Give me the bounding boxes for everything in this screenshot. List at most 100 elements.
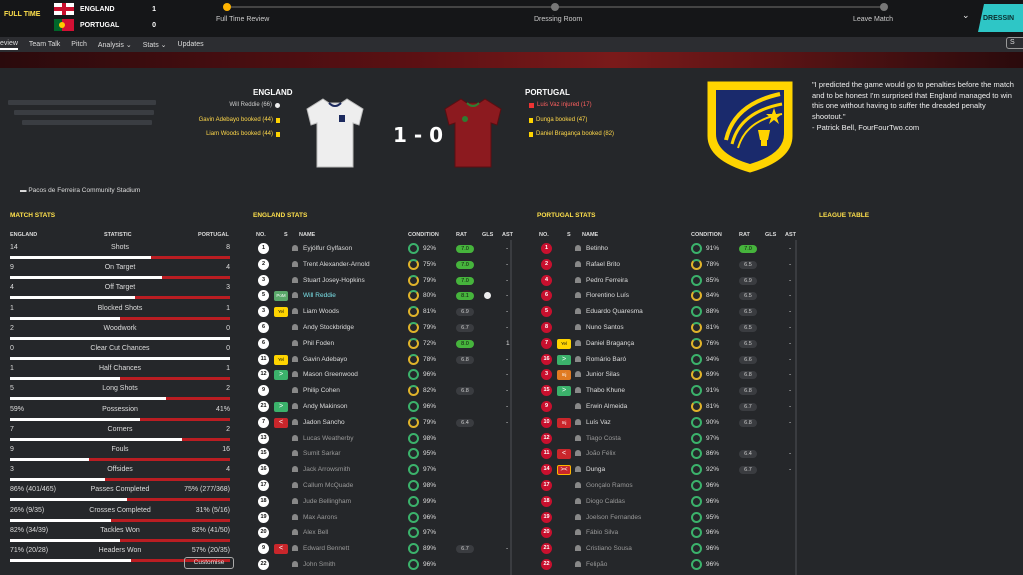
player-row[interactable]: 9 Erwin Almeida 81% 6.7 - [541,400,791,414]
player-row[interactable]: 9 < Edward Bennett 89% 6.7 - [258,542,508,556]
player-row[interactable]: 7 < Jadon Sancho 79% 6.4 - [258,416,508,430]
player-row[interactable]: 6 Phil Foden 72% 8.0 1 [258,337,510,351]
player-name[interactable]: Edward Bennett [303,545,349,552]
player-name[interactable]: João Félix [586,450,616,457]
player-name[interactable]: Florentino Luís [586,292,629,299]
player-row[interactable]: 7 Yel Daniel Bragança 76% 6.5 - [541,337,791,351]
player-row[interactable]: 22 John Smith 96% [258,558,508,572]
player-name[interactable]: Stuart Josey-Hopkins [303,277,365,284]
player-name[interactable]: Betinho [586,245,608,252]
player-row[interactable]: 17 Gonçalo Ramos 96% [541,479,791,493]
player-name[interactable]: Cristiano Sousa [586,545,632,552]
player-name[interactable]: Erwin Almeida [586,403,627,410]
player-name[interactable]: Joelson Fernandes [586,514,641,521]
player-row[interactable]: 13 Lucas Weatherby 98% [258,432,508,446]
player-name[interactable]: Gonçalo Ramos [586,482,633,489]
col-header[interactable]: AST [502,232,513,238]
col-header[interactable]: CONDITION [408,232,439,238]
player-name[interactable]: Thabo Khune [586,387,625,394]
player-row[interactable]: 1 Eyjólfur Gylfason 92% 7.0 - [258,242,508,256]
player-name[interactable]: Max Aarons [303,514,337,521]
player-row[interactable]: 21 > Andy Makinson 96% - [258,400,508,414]
col-header[interactable]: GLS [482,232,493,238]
tab-team-talk[interactable]: Team Talk [29,41,60,48]
player-name[interactable]: Jude Bellingham [303,498,351,505]
tab-stats[interactable]: Stats ⌄ [143,41,167,49]
player-name[interactable]: Mason Greenwood [303,371,358,378]
player-name[interactable]: Gavin Adebayo [303,356,347,363]
player-row[interactable]: 8 Nuno Santos 81% 6.5 - [541,321,791,335]
player-row[interactable]: 11 < João Félix 86% 6.4 - [541,447,791,461]
player-name[interactable]: Lucas Weatherby [303,435,353,442]
player-row[interactable]: 22 Felipão 96% [541,558,791,572]
player-name[interactable]: Andy Stockbridge [303,324,354,331]
stage-dot-leave[interactable] [880,3,888,11]
player-row[interactable]: 14 >< Dunga 92% 6.7 - [541,463,791,477]
player-name[interactable]: Alex Bell [303,529,328,536]
player-name[interactable]: Jadon Sancho [303,419,345,426]
player-row[interactable]: 18 Diogo Caldas 96% [541,495,791,509]
col-header[interactable]: NO. [256,232,266,238]
player-row[interactable]: 15 > Thabo Khune 91% 6.8 - [541,384,791,398]
player-row[interactable]: 11 Yel Gavin Adebayo 78% 6.8 - [258,353,508,367]
player-name[interactable]: Daniel Bragança [586,340,634,347]
player-row[interactable]: 3 Inj Junior Silas 69% 6.8 - [541,368,791,382]
tab-analysis[interactable]: Analysis ⌄ [98,41,132,49]
player-name[interactable]: Dunga [586,466,605,473]
stage-dot-review[interactable] [223,3,231,11]
player-name[interactable]: Will Reddie [303,292,336,299]
player-name[interactable]: Diogo Caldas [586,498,625,505]
player-row[interactable]: 5 Eduardo Quaresma 88% 6.5 - [541,305,791,319]
player-name[interactable]: Nuno Santos [586,324,624,331]
player-row[interactable]: 12 > Mason Greenwood 96% - [258,368,508,382]
player-row[interactable]: 17 Callum McQuade 98% [258,479,508,493]
continue-button[interactable]: DRESSIN [978,4,1023,32]
col-header[interactable]: NAME [299,232,315,238]
col-header[interactable]: RAT [456,232,467,238]
col-header[interactable]: GLS [765,232,776,238]
player-name[interactable]: Trent Alexander-Arnold [303,261,370,268]
player-row[interactable]: 12 Tiago Costa 97% [541,432,791,446]
player-row[interactable]: 3 Stuart Josey-Hopkins 79% 7.0 - [258,274,508,288]
player-name[interactable]: Philip Cohen [303,387,340,394]
player-row[interactable]: 15 Sumit Sarkar 95% [258,447,508,461]
col-header[interactable]: S [567,232,571,238]
player-name[interactable]: Eduardo Quaresma [586,308,643,315]
player-row[interactable]: 4 Pedro Ferreira 85% 6.9 - [541,274,791,288]
customise-button[interactable]: Customise [184,557,234,569]
chevron-down-icon[interactable]: ⌄ [962,10,970,21]
player-name[interactable]: Rafael Brito [586,261,620,268]
player-name[interactable]: Fábio Silva [586,529,618,536]
stage-dot-dressing[interactable] [551,3,559,11]
tab-pitch[interactable]: Pitch [71,41,87,48]
player-row[interactable]: 21 Cristiano Sousa 96% [541,542,791,556]
col-header[interactable]: S [284,232,288,238]
player-name[interactable]: Phil Foden [303,340,334,347]
player-name[interactable]: Jack Arrowsmith [303,466,350,473]
player-row[interactable]: 19 Joelson Fernandes 95% [541,511,791,525]
col-header[interactable]: RAT [739,232,750,238]
player-row[interactable]: 5 PoM Will Reddie 80% 8.1 - [258,289,508,303]
player-name[interactable]: Pedro Ferreira [586,277,628,284]
player-name[interactable]: Liam Woods [303,308,339,315]
player-row[interactable]: 20 Fábio Silva 96% [541,526,791,540]
player-name[interactable]: John Smith [303,561,336,568]
player-name[interactable]: Romário Baró [586,356,626,363]
player-row[interactable]: 18 Jude Bellingham 99% [258,495,508,509]
player-row[interactable]: 9 Philip Cohen 82% 6.8 - [258,384,508,398]
player-row[interactable]: 2 Rafael Brito 78% 6.5 - [541,258,791,272]
player-name[interactable]: Junior Silas [586,371,620,378]
player-name[interactable]: Eyjólfur Gylfason [303,245,352,252]
league-table-title[interactable]: LEAGUE TABLE [819,212,869,219]
col-header[interactable]: NO. [539,232,549,238]
col-header[interactable]: CONDITION [691,232,722,238]
player-row[interactable]: 2 Trent Alexander-Arnold 75% 7.0 - [258,258,508,272]
tab-review[interactable]: eview [0,40,18,50]
tab-updates[interactable]: Updates [178,41,204,48]
col-header[interactable]: NAME [582,232,598,238]
player-row[interactable]: 16 Jack Arrowsmith 97% [258,463,508,477]
player-name[interactable]: Tiago Costa [586,435,621,442]
search-button[interactable]: S [1006,37,1023,49]
player-name[interactable]: Felipão [586,561,607,568]
player-row[interactable]: 10 Inj Luís Vaz 90% 6.8 - [541,416,791,430]
